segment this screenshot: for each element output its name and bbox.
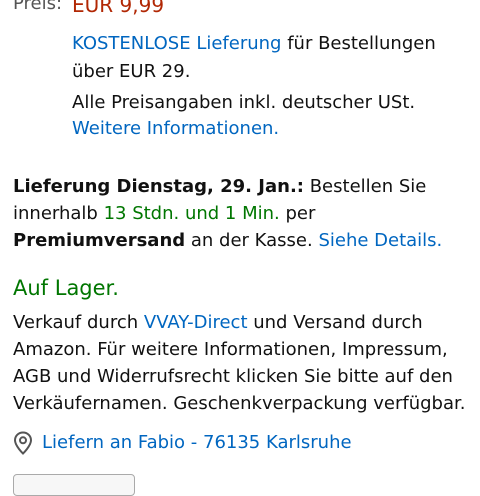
delivery-line-1: Lieferung Dienstag, 29. Jan.: Bestellen … (13, 172, 426, 201)
seller-line-2: Amazon. Für weitere Informationen, Impre… (13, 339, 448, 360)
seller-line-3: AGB und Widerrufsrecht klicken Sie bitte… (13, 366, 453, 387)
free-shipping-text: für Bestellungen (281, 33, 436, 54)
price-label: Preis: (13, 0, 63, 14)
delivery-countdown: 13 Stdn. und 1 Min. (103, 203, 280, 224)
delivery-checkout-text: an der Kasse. (185, 230, 319, 251)
seller-suffix: und Versand durch (247, 312, 423, 333)
in-stock-status: Auf Lager. (13, 276, 119, 300)
free-shipping-link[interactable]: KOSTENLOSE Lieferung (72, 33, 281, 54)
seller-line-1: Verkauf durch VVAY-Direct und Versand du… (13, 308, 423, 337)
delivery-line-2: innerhalb 13 Stdn. und 1 Min. per (13, 199, 315, 228)
seller-link[interactable]: VVAY-Direct (144, 312, 248, 333)
delivery-per: per (279, 203, 316, 224)
see-details-link[interactable]: Siehe Details. (318, 230, 442, 251)
price-value: EUR 9,99 (72, 0, 165, 17)
seller-line-4: Verkäufernamen. Geschenkverpackung verfü… (13, 393, 466, 414)
free-shipping-line: KOSTENLOSE Lieferung für Bestellungen (72, 30, 436, 58)
deliver-to-location[interactable]: Liefern an Fabio - 76135 Karlsruhe (13, 429, 352, 457)
delivery-date: Lieferung Dienstag, 29. Jan.: (13, 176, 304, 197)
location-pin-icon (13, 431, 33, 455)
vat-note: Alle Preisangaben inkl. deutscher USt. (72, 92, 416, 113)
deliver-to-text[interactable]: Liefern an Fabio - 76135 Karlsruhe (42, 429, 352, 457)
delivery-order-text: Bestellen Sie (303, 176, 427, 197)
delivery-line-3: Premiumversand an der Kasse. Siehe Detai… (13, 226, 442, 255)
quantity-select[interactable] (13, 474, 135, 496)
delivery-within: innerhalb (13, 203, 104, 224)
free-shipping-threshold: über EUR 29. (72, 61, 191, 82)
more-info-link[interactable]: Weitere Informationen. (72, 118, 279, 139)
seller-prefix: Verkauf durch (13, 312, 144, 333)
premium-shipping: Premiumversand (13, 230, 186, 251)
